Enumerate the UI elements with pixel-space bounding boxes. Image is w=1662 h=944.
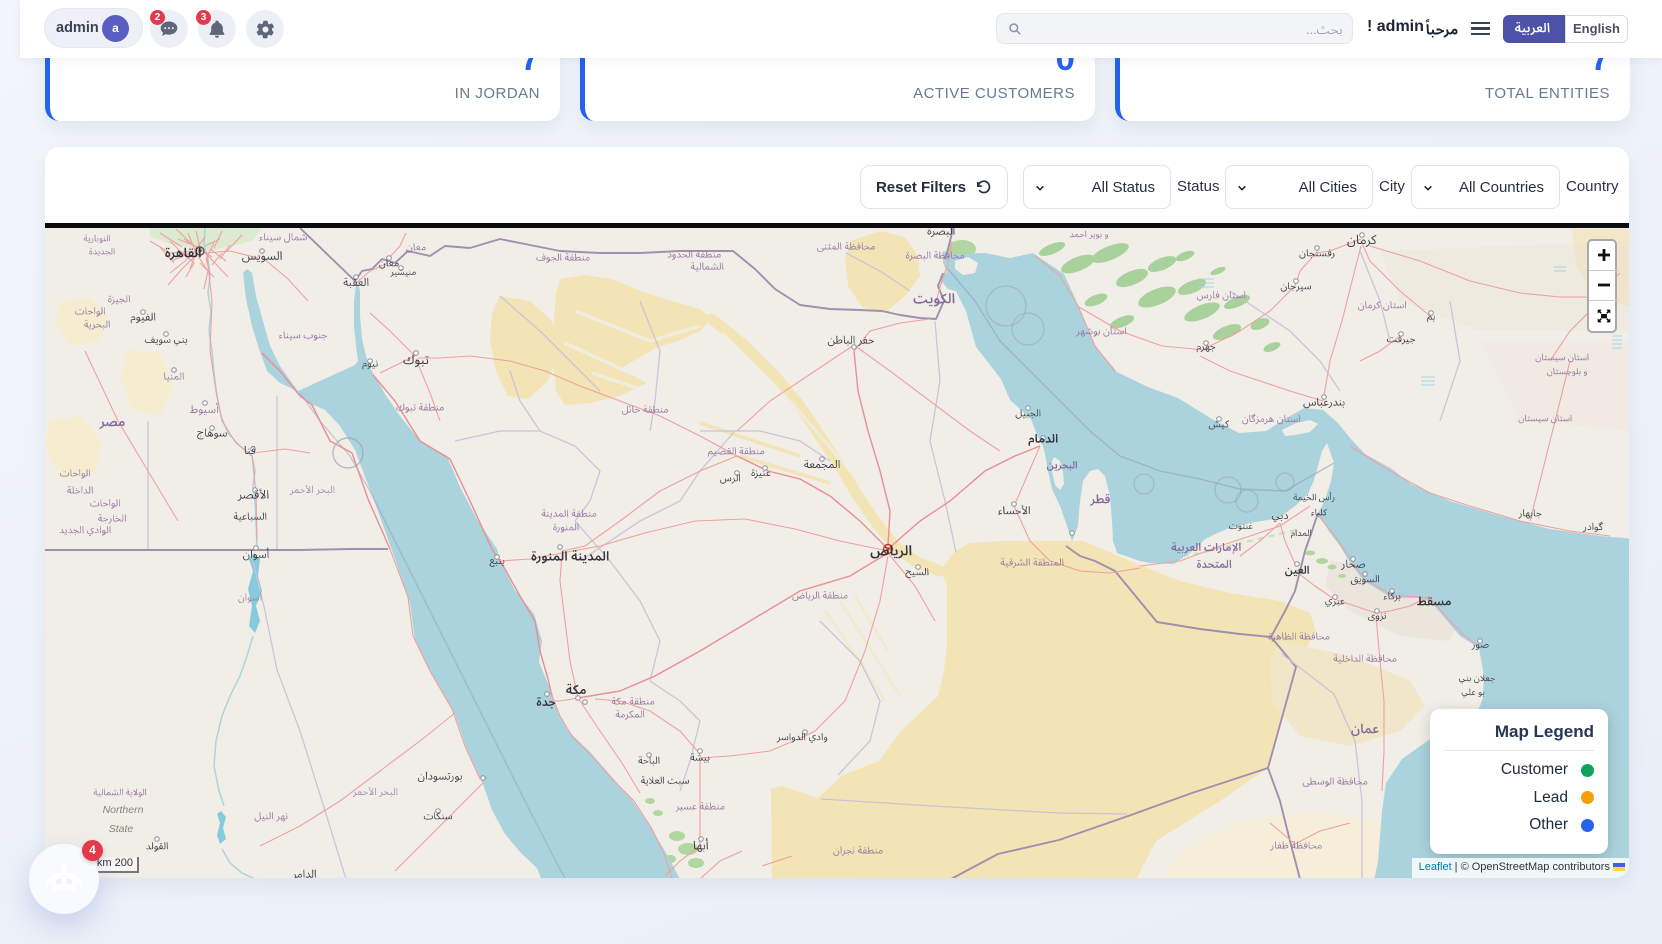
svg-text:Northern: Northern — [103, 804, 144, 816]
svg-text:State: State — [109, 823, 134, 835]
